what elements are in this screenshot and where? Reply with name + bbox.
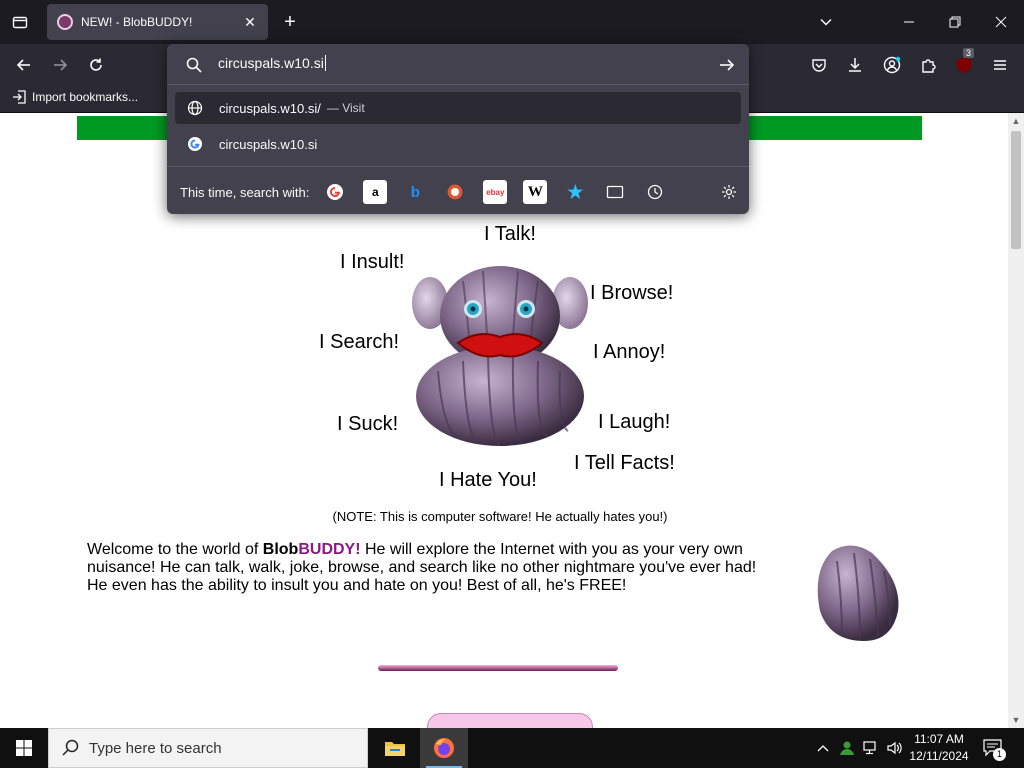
clock-time: 11:07 AM (914, 732, 964, 746)
callout-tell-facts: I Tell Facts! (574, 452, 675, 474)
ebay-icon[interactable]: ebay (483, 180, 508, 204)
wikipedia-icon[interactable]: W (523, 180, 548, 204)
suggestion-visit[interactable]: circuspals.w10.si/ — Visit (175, 92, 741, 124)
reload-button[interactable] (83, 52, 109, 78)
close-window-button[interactable] (978, 6, 1024, 38)
minimize-button[interactable] (886, 6, 932, 38)
scroll-up-icon[interactable]: ▲ (1008, 113, 1024, 129)
ublock-origin-icon[interactable]: 3 (951, 48, 977, 78)
callout-insult: I Insult! (340, 251, 405, 273)
windows-taskbar: Type here to search 11:07 AM 12/11/2024 … (0, 728, 1024, 768)
suggestion-text: circuspals.w10.si/ (219, 100, 321, 116)
user-status-icon[interactable] (836, 728, 858, 768)
scrollbar-thumb[interactable] (1011, 131, 1021, 249)
tabs-icon[interactable] (603, 180, 627, 204)
callout-laugh: I Laugh! (598, 411, 671, 433)
dropdown-separator (167, 84, 749, 85)
pocket-icon[interactable] (806, 52, 832, 78)
globe-icon (187, 100, 203, 116)
chevron-down-icon[interactable] (814, 10, 838, 34)
callout-hate: I Hate You! (439, 469, 537, 491)
import-icon (12, 90, 26, 104)
go-arrow-icon[interactable] (717, 55, 737, 75)
close-tab-icon[interactable]: ✕ (238, 10, 262, 34)
volume-icon[interactable] (884, 728, 906, 768)
suggestion-text: circuspals.w10.si (219, 136, 318, 152)
notification-icon[interactable]: 1 (980, 728, 1006, 768)
search-icon (61, 738, 81, 758)
bing-icon[interactable]: b (403, 180, 427, 204)
note-text: (NOTE: This is computer software! He act… (332, 509, 668, 524)
suggestion-action: — Visit (326, 101, 365, 115)
history-clock-icon[interactable] (643, 180, 667, 204)
bookmarks-star-icon[interactable]: ★ (563, 180, 587, 204)
google-icon (187, 136, 203, 152)
file-explorer-icon[interactable] (371, 728, 419, 768)
tab-title: NEW! - BlobBUDDY! (81, 15, 193, 29)
callout-suck: I Suck! (337, 413, 399, 435)
taskbar-clock[interactable]: 11:07 AM 12/11/2024 (904, 731, 974, 765)
notification-count: 1 (993, 748, 1006, 761)
tab-strip: NEW! - BlobBUDDY! ✕ + (0, 0, 1024, 44)
back-button[interactable] (11, 52, 37, 78)
tab-blobbuddy[interactable]: NEW! - BlobBUDDY! ✕ (47, 4, 268, 40)
url-input[interactable]: circuspals.w10.si (218, 55, 326, 71)
oneoff-search-bar: This time, search with: a b ebay W ★ (180, 180, 683, 204)
downloads-icon[interactable] (842, 52, 868, 78)
site-favicon-icon (57, 14, 73, 30)
search-icon (185, 56, 203, 74)
import-bookmarks-label: Import bookmarks... (32, 90, 139, 104)
firefox-icon[interactable] (420, 728, 468, 768)
forward-button[interactable] (47, 52, 73, 78)
pink-divider (378, 665, 618, 671)
new-tab-button[interactable]: + (278, 10, 302, 34)
oneoff-label: This time, search with: (180, 184, 310, 200)
blobbuddy-small-image (817, 545, 899, 641)
import-bookmarks-button[interactable]: Import bookmarks... (12, 90, 138, 104)
account-icon[interactable] (879, 52, 905, 78)
taskbar-search-box[interactable]: Type here to search (48, 728, 368, 768)
welcome-paragraph: Welcome to the world of BlobBUDDY! He wi… (87, 541, 757, 594)
callout-search: I Search! (319, 331, 400, 353)
blobbuddy-mascot-image (412, 266, 588, 446)
callout-annoy: I Annoy! (593, 341, 666, 363)
suggestion-google-search[interactable]: circuspals.w10.si (175, 128, 741, 160)
callout-talk: I Talk! (484, 223, 536, 245)
callout-browse: I Browse! (590, 282, 674, 304)
gear-icon[interactable] (717, 180, 741, 204)
taskbar-search-placeholder: Type here to search (89, 739, 222, 757)
pink-button[interactable] (427, 713, 593, 728)
tab-list-icon[interactable] (8, 10, 32, 34)
clock-date: 12/11/2024 (909, 749, 969, 763)
amazon-icon[interactable]: a (363, 180, 388, 204)
network-icon[interactable] (860, 728, 882, 768)
oneoff-separator (167, 166, 749, 167)
menu-icon[interactable] (987, 52, 1013, 78)
google-icon[interactable] (323, 180, 347, 204)
page-scrollbar[interactable]: ▲ ▼ (1008, 113, 1024, 728)
duckduckgo-icon[interactable] (443, 180, 467, 204)
address-bar-dropdown: circuspals.w10.si circuspals.w10.si/ — V… (167, 44, 749, 214)
windows-start-icon[interactable] (0, 728, 48, 768)
restore-button[interactable] (932, 6, 978, 38)
extensions-icon[interactable] (915, 52, 941, 78)
chevron-up-icon[interactable] (812, 728, 834, 768)
scroll-down-icon[interactable]: ▼ (1008, 712, 1024, 728)
extension-badge: 3 (963, 48, 975, 58)
address-bar[interactable]: circuspals.w10.si (167, 44, 749, 84)
